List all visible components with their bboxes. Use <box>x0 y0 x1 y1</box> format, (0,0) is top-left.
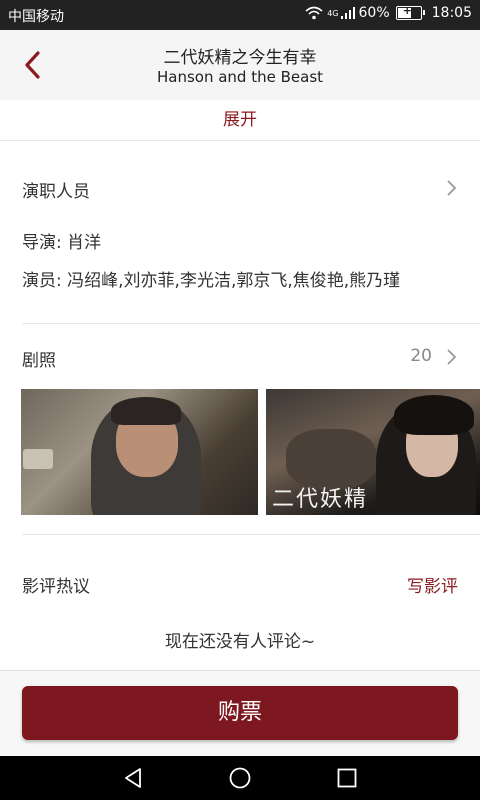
chevron-right-icon <box>447 349 457 365</box>
status-icons: 4G 60% + 18:05 <box>305 4 472 21</box>
write-review-link[interactable]: 写影评 <box>407 572 458 597</box>
expand-button[interactable]: 展开 <box>0 100 480 141</box>
wifi-icon <box>305 6 323 20</box>
status-bar: 中国移动 4G 60% + 18:05 <box>0 0 480 30</box>
back-triangle-icon[interactable] <box>121 766 145 790</box>
reviews-section-title: 影评热议 <box>22 577 90 597</box>
carrier-name: 中国移动 <box>8 9 64 25</box>
still-photo[interactable] <box>21 389 258 515</box>
signal-icon <box>340 7 355 19</box>
top-bar: 二代妖精之今生有幸 Hanson and the Beast <box>0 30 480 101</box>
home-circle-icon[interactable] <box>228 766 252 790</box>
stills-gallery[interactable]: 二代妖精 <box>21 389 480 515</box>
still-photo[interactable]: 二代妖精 <box>266 389 480 515</box>
stills-section-title: 剧照 <box>22 351 56 371</box>
clock: 18:05 <box>431 5 472 21</box>
divider <box>22 323 480 324</box>
chevron-right-icon <box>447 180 457 196</box>
stills-count: 20 <box>410 346 432 366</box>
still-watermark: 二代妖精 <box>272 487 369 512</box>
empty-reviews-text: 现在还没有人评论~ <box>164 632 316 652</box>
system-navigation-bar <box>0 756 480 800</box>
cast-section-header[interactable]: 演职人员 <box>22 173 458 203</box>
movie-title: 二代妖精之今生有幸 <box>163 48 317 68</box>
bottom-action-bar: 购票 <box>0 670 480 757</box>
stills-section-header[interactable]: 剧照 20 <box>22 342 458 372</box>
battery-percent: 60% <box>358 5 390 21</box>
reviews-section-header: 影评热议 <box>22 568 458 598</box>
battery-icon: + <box>395 4 425 20</box>
actors-info: 演员: 冯绍峰,刘亦菲,李光洁,郭京飞,焦俊艳,熊乃瑾 <box>22 271 401 291</box>
cast-section-title: 演职人员 <box>22 182 90 202</box>
divider <box>22 534 480 535</box>
recents-square-icon[interactable] <box>335 766 359 790</box>
buy-ticket-button[interactable]: 购票 <box>22 686 458 740</box>
director-info: 导演: 肖洋 <box>22 233 102 253</box>
movie-title-english: Hanson and the Beast <box>156 68 324 86</box>
network-type: 4G <box>327 8 339 18</box>
